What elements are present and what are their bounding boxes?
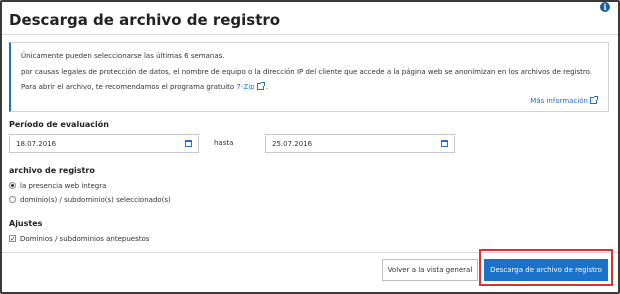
download-logfile-button[interactable]: Descarga de archivo de registro <box>484 259 608 281</box>
page-title: Descarga de archivo de registro <box>9 11 281 29</box>
external-link-icon <box>256 82 265 90</box>
title-divider <box>2 34 618 35</box>
calendar-icon[interactable] <box>185 140 192 147</box>
info-notice: Únicamente pueden seleccionarse las últi… <box>9 42 609 112</box>
radio-button-selected[interactable] <box>9 182 16 189</box>
radio-label-whole-site[interactable]: la presencia web íntegra <box>20 182 106 190</box>
checkbox-label-prefixed-domains[interactable]: Dominios / subdominios antepuestos <box>20 235 149 243</box>
date-range-separator: hasta <box>214 139 234 147</box>
external-link-icon <box>590 96 598 104</box>
radio-button[interactable] <box>9 196 16 203</box>
back-to-overview-button[interactable]: Volver a la vista general <box>382 259 478 281</box>
notice-line-zip: Para abrir el archivo, te recomendamos e… <box>21 82 269 91</box>
more-info-label[interactable]: Más información <box>530 97 588 105</box>
checkbox-checked[interactable]: ✓ <box>9 235 16 243</box>
date-from-value[interactable]: 18.07.2016 <box>16 140 56 148</box>
zip-link-label[interactable]: 7-Zip <box>236 83 254 91</box>
notice-zip-suffix: . <box>265 83 269 91</box>
date-to-value[interactable]: 25.07.2016 <box>272 140 312 148</box>
date-to-field[interactable]: 25.07.2016 <box>265 134 455 153</box>
notice-line-weeks: Únicamente pueden seleccionarse las últi… <box>21 52 225 60</box>
period-label: Período de evaluación <box>9 120 109 129</box>
settings-label: Ajustes <box>9 219 43 228</box>
more-info-link[interactable]: Más información <box>530 96 598 105</box>
radio-label-selected-domains[interactable]: dominio(s) / subdominio(s) seleccionado(… <box>20 196 171 204</box>
notice-line-privacy: por causas legales de protección de dato… <box>21 68 593 76</box>
info-icon[interactable]: i <box>600 2 610 12</box>
date-from-field[interactable]: 18.07.2016 <box>9 134 199 153</box>
calendar-icon[interactable] <box>441 140 448 147</box>
notice-zip-text: Para abrir el archivo, te recomendamos e… <box>21 83 235 91</box>
zip-link[interactable]: 7-Zip <box>236 82 265 91</box>
logfile-label: archivo de registro <box>9 166 95 175</box>
